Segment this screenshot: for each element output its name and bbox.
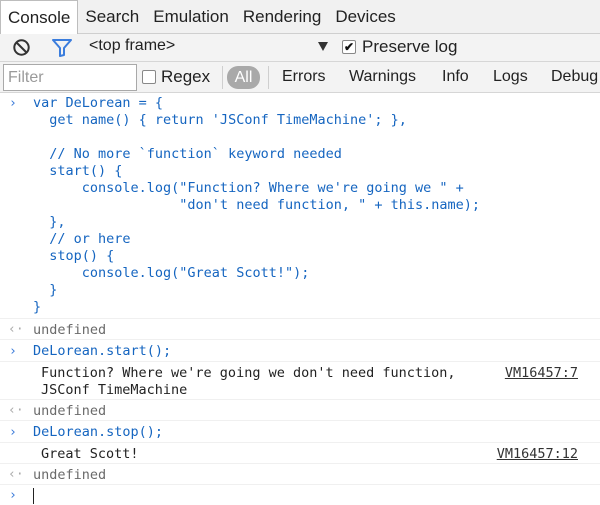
result-arrow-icon: ‹· <box>8 467 24 482</box>
tab-emulation[interactable]: Emulation <box>146 0 236 33</box>
level-debug-button[interactable]: Debug <box>551 68 598 86</box>
console-input-message: › DeLorean.start(); <box>0 341 600 362</box>
prompt-chevron-icon: › <box>9 425 17 440</box>
console-result-message: ‹· undefined <box>0 465 600 485</box>
input-code: DeLorean.stop(); <box>33 424 164 440</box>
input-code: var DeLorean = { get name() { return 'JS… <box>33 95 481 315</box>
result-value: undefined <box>33 467 107 483</box>
console-prompt[interactable]: › <box>0 486 600 505</box>
result-value: undefined <box>33 403 107 419</box>
result-arrow-icon: ‹· <box>8 403 24 418</box>
source-link[interactable]: VM16457:12 <box>497 446 578 462</box>
console-result-message: ‹· undefined <box>0 320 600 340</box>
tab-search[interactable]: Search <box>78 0 146 33</box>
tab-rendering[interactable]: Rendering <box>236 0 328 33</box>
source-link[interactable]: VM16457:7 <box>505 365 578 381</box>
level-errors-button[interactable]: Errors <box>282 68 326 86</box>
dropdown-arrow-icon[interactable] <box>318 42 328 51</box>
prompt-chevron-icon: › <box>9 344 17 359</box>
frame-selector[interactable]: <top frame> <box>89 37 175 55</box>
panel-tab-strip: Console Search Emulation Rendering Devic… <box>0 0 600 35</box>
clear-console-icon[interactable] <box>12 38 31 57</box>
tab-console[interactable]: Console <box>0 0 79 35</box>
preserve-log-label[interactable]: Preserve log <box>362 37 457 57</box>
filter-input[interactable] <box>3 64 137 91</box>
level-info-button[interactable]: Info <box>442 68 469 86</box>
console-input-message: › var DeLorean = { get name() { return '… <box>0 93 600 319</box>
text-caret <box>33 488 34 504</box>
prompt-chevron-icon: › <box>9 96 17 111</box>
result-value: undefined <box>33 322 107 338</box>
console-toolbar: <top frame> ✔ Preserve log <box>0 34 600 62</box>
tab-devices[interactable]: Devices <box>328 0 402 33</box>
level-all-button[interactable]: All <box>227 66 260 89</box>
filter-bar: Regex All Errors Warnings Info Logs Debu… <box>0 62 600 93</box>
prompt-chevron-icon: › <box>9 488 17 503</box>
console-result-message: ‹· undefined <box>0 401 600 421</box>
regex-label[interactable]: Regex <box>161 67 210 87</box>
preserve-log-checkbox[interactable]: ✔ <box>342 40 356 54</box>
filter-funnel-icon[interactable] <box>52 39 72 57</box>
log-output-line: Great Scott! <box>41 446 139 462</box>
console-messages[interactable]: › var DeLorean = { get name() { return '… <box>0 93 600 505</box>
regex-checkbox[interactable] <box>142 70 156 84</box>
log-output-line: Function? Where we're going we don't nee… <box>41 365 456 381</box>
result-arrow-icon: ‹· <box>8 322 24 337</box>
divider <box>222 66 223 89</box>
console-log-message: Function? Where we're going we don't nee… <box>0 363 600 400</box>
console-input-message: › DeLorean.stop(); <box>0 422 600 443</box>
level-logs-button[interactable]: Logs <box>493 68 528 86</box>
divider <box>268 66 269 89</box>
log-output-line: JSConf TimeMachine <box>41 382 188 398</box>
level-warnings-button[interactable]: Warnings <box>349 68 416 86</box>
console-log-message: Great Scott! VM16457:12 <box>0 444 600 464</box>
input-code: DeLorean.start(); <box>33 343 172 359</box>
